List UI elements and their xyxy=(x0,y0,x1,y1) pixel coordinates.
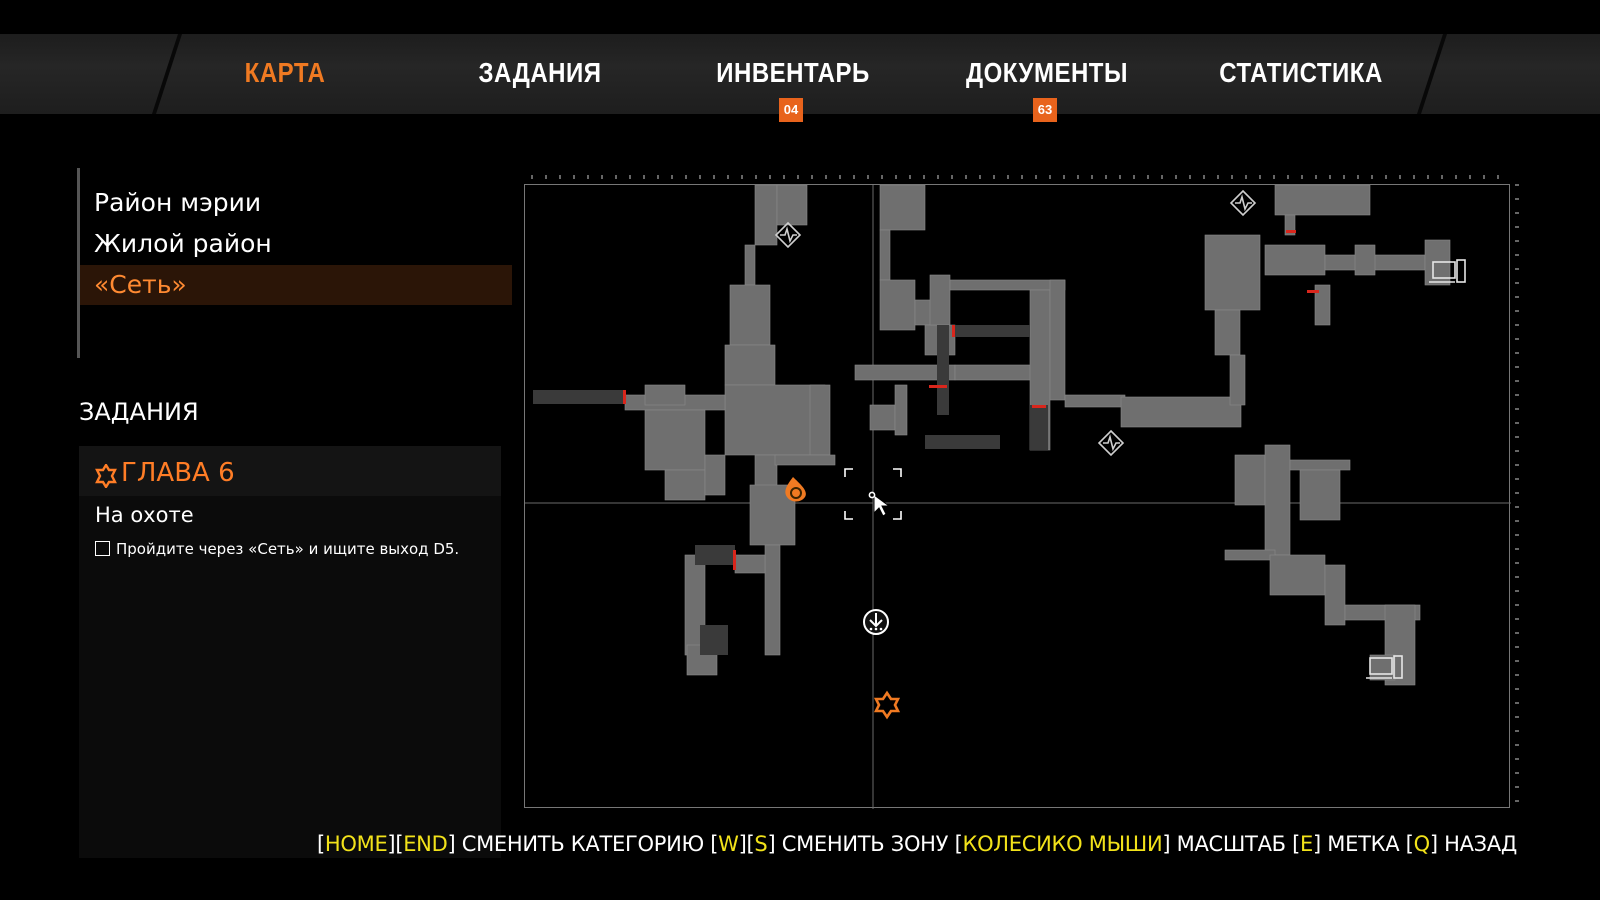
hint-key-q: Q xyxy=(1413,832,1431,856)
map-layout xyxy=(525,185,1511,809)
hint-key-e: E xyxy=(1300,832,1314,856)
hint-back: НАЗАД xyxy=(1444,832,1517,856)
map-viewport[interactable] xyxy=(524,184,1511,809)
tasks-heading: ЗАДАНИЯ xyxy=(79,398,199,426)
objective-checkbox xyxy=(95,541,110,556)
zone-item-residential[interactable]: Жилой район xyxy=(80,224,512,264)
zone-item-city-hall[interactable]: Район мэрии xyxy=(80,183,512,223)
nav-divider xyxy=(1417,34,1447,114)
inventory-count-badge: 04 xyxy=(779,98,803,122)
control-hints: [HOME][END] СМЕНИТЬ КАТЕГОРИЮ [W][S] СМЕ… xyxy=(317,832,1517,856)
map-ruler-right xyxy=(1515,184,1519,808)
chapter-star-icon xyxy=(95,464,117,488)
mission-name: На охоте xyxy=(95,503,194,527)
hint-zoom: МАСШТАБ xyxy=(1176,832,1286,856)
hint-change-category: СМЕНИТЬ КАТЕГОРИЮ xyxy=(461,832,704,856)
tab-inventory[interactable]: ИНВЕНТАРЬ xyxy=(683,58,903,90)
hint-marker: МЕТКА xyxy=(1327,832,1400,856)
hint-key-s: S xyxy=(754,832,768,856)
tab-documents[interactable]: ДОКУМЕНТЫ xyxy=(937,58,1157,90)
hint-key-end: END xyxy=(403,832,448,856)
hint-key-home: HOME xyxy=(324,832,388,856)
hint-change-zone: СМЕНИТЬ ЗОНУ xyxy=(781,832,949,856)
objective-item[interactable]: Пройдите через «Сеть» и ищите выход D5. xyxy=(95,540,459,558)
zone-item-network[interactable]: «Сеть» xyxy=(80,265,512,305)
tab-tasks[interactable]: ЗАДАНИЯ xyxy=(430,58,650,90)
tab-statistics[interactable]: СТАТИСТИКА xyxy=(1191,58,1411,90)
chapter-title: ГЛАВА 6 xyxy=(121,458,235,488)
tab-map[interactable]: КАРТА xyxy=(175,58,395,90)
player-marker-icon xyxy=(785,477,806,502)
objective-text: Пройдите через «Сеть» и ищите выход D5. xyxy=(116,540,460,558)
hint-key-w: W xyxy=(718,832,739,856)
documents-count-badge: 63 xyxy=(1033,98,1057,122)
hint-key-mousewheel: КОЛЕСИКО МЫШИ xyxy=(962,832,1163,856)
map-ruler-top xyxy=(531,175,1511,179)
save-point-icon xyxy=(863,609,889,635)
objective-star-icon xyxy=(873,690,901,720)
